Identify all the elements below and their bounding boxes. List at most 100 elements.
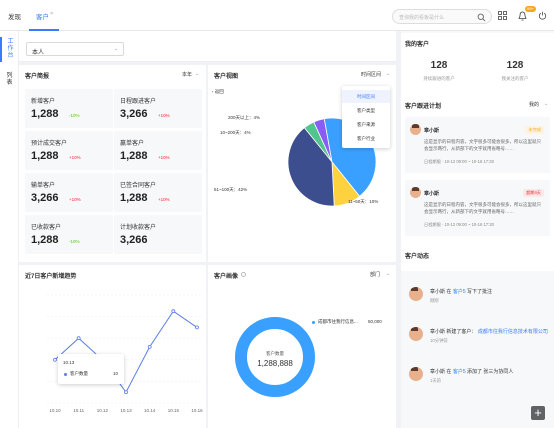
tab-customer-label: 客户 [36,14,49,21]
summary-title: 客户简报 [25,74,50,80]
card-change: +10% [158,113,170,118]
owner-select-value: 本人 [32,49,45,56]
nav-list-label: 列表 [6,73,13,86]
tab-customer[interactable]: 客户 × [29,0,59,31]
add-button[interactable]: + [531,406,545,420]
feed-rest: 写下了批注 [466,289,492,295]
feed-link[interactable]: 客户5 [453,369,466,375]
card-value: 3,266 [120,108,148,120]
feed-time: 1天前 [430,378,441,383]
plan-task[interactable]: 章小斯 未完成 这是显示的日程内容，文字很多可能会很多，所以这里就只会显示两行，从新… [405,117,550,173]
owner-select[interactable]: 本人 ⌄ [26,42,124,56]
summary-range-select[interactable]: 本年 [182,71,192,78]
feed-user: 章小斯 [430,369,446,375]
feed-link[interactable]: 客户5 [453,289,466,295]
following-label: 持续跟进的客户 [423,76,455,81]
summary-card[interactable]: 计划收款客户 3,266 [114,215,202,254]
x-tick-label: 10.15 [168,408,180,413]
plan-range-select[interactable]: 我的 [529,101,539,108]
search-icon[interactable] [477,13,486,22]
summary-card[interactable]: 已签合同客户 1,288 +10% [114,173,202,212]
card-label: 新增客户 [31,99,56,105]
slice-label: 51~100天：42% [214,187,247,193]
range-menu-item[interactable]: 时间区间 [342,90,390,103]
nav-workbench-label: 工作台 [7,39,14,59]
card-value: 1,288 [31,234,59,246]
slice-label: 200天以上：4% [228,114,260,121]
feed-item: 章小斯 新建了客户： 成都市往我行信息技术有限公司 10分钟前 [401,325,554,355]
legend-name: 成都市往我行信息... [318,319,358,324]
data-point [124,390,128,395]
card-label: 预计成交客户 [31,141,68,147]
top-bar: 发现 客户 × 查询我的看板是什么 99+ [0,0,554,31]
watched-label: 我关注的客户 [501,76,529,81]
feed-verb: 新建了客户： [446,329,477,335]
grid-icon[interactable] [498,11,507,20]
home-tab[interactable]: 发现 [8,11,21,21]
x-tick-label: 10.10 [49,408,61,413]
feed-item: 章小斯 在 客户5 添加了 张三为协同人 1天前 [401,365,554,395]
card-label: 输单客户 [31,183,56,189]
card-label: 赢单客户 [120,141,145,147]
range-menu-item[interactable]: 客户来源 [342,118,390,131]
tooltip-value: 10 [113,371,119,376]
feed-time: 10分钟前 [430,338,448,343]
card-label: 已签合同客户 [120,183,157,189]
summary-card[interactable]: 已收款客户 1,288 -10% [25,215,113,254]
avatar [409,367,423,381]
left-nav: 工作台 列表 [0,31,19,428]
following-count[interactable]: 128 [401,60,477,71]
search-placeholder: 查询我的看板是什么 [399,14,445,21]
power-icon[interactable] [538,11,547,20]
task-text: 这是显示的日程内容，文字很多可能会很多，所以这里就只会显示两行，从新部下的文字就… [424,202,541,214]
notification-badge: 99+ [525,6,536,12]
legend-dot [312,321,315,324]
x-tick-label: 10.13 [120,408,132,413]
close-icon[interactable]: × [50,11,53,17]
plan-task[interactable]: 章小斯 超期4天 这是显示的日程内容，文字很多可能会很多，所以这里就只会显示两行，从… [405,180,550,236]
feed-text: 章小斯 新建了客户： 成都市往我行信息技术有限公司 [430,328,548,335]
task-date: 日程期限 · 10-12 09:00 ~ 10-16 17:30 [424,222,494,227]
range-menu-item[interactable]: 客户行业 [342,132,390,145]
card-change: +10% [158,155,170,160]
bell-icon[interactable] [518,11,527,21]
x-tick-label: 10.12 [97,408,109,413]
card-change: +10% [69,155,81,160]
card-value: 1,288 [31,108,59,120]
my-customers-panel: 我的客户 128 持续跟进的客户 128 我关注的客户 [401,33,554,101]
feed-panel: 客户动态 章小斯 在 客户5 写下了批注 刚刚 章小斯 新建了客户： 成都市往我行信… [401,245,554,428]
watched-count[interactable]: 128 [477,60,553,71]
summary-card[interactable]: 预计成交客户 1,288 +10% [25,131,113,170]
range-menu-item[interactable]: 客户类型 [342,104,390,117]
summary-card[interactable]: 赢单客户 1,288 +10% [114,131,202,170]
feed-user: 章小斯 [430,289,446,295]
summary-card[interactable]: 输单客户 3,266 +10% [25,173,113,212]
feed-rest: 添加了 张三为协同人 [466,369,514,375]
nav-workbench[interactable]: 工作台 [0,37,19,62]
range-menu: 时间区间 客户类型 客户来源 客户行业 [342,86,390,148]
data-point [147,344,152,349]
feed-item: 章小斯 在 客户5 写下了批注 刚刚 [401,285,554,315]
legend-value: 50,000 [368,319,382,324]
feed-title: 客户动态 [405,254,430,260]
donut-center-label: 客户数量 [266,351,284,356]
slice-label: 11~50天：10% [348,199,378,205]
feed-verb: 在 [446,289,452,295]
status-badge: 未完成 [525,126,544,134]
follow-plan-title: 客户跟进计划 [405,104,442,110]
feed-text: 章小斯 在 客户5 添加了 张三为协同人 [430,368,513,375]
search-input[interactable]: 查询我的看板是什么 [392,9,492,24]
status-badge: 超期4天 [523,189,544,197]
chevron-down-icon: ⌄ [195,71,200,77]
donut-slice [235,317,315,397]
chart-tooltip: 10.13 客户数量 10 [58,354,124,384]
card-change: -10% [69,113,80,118]
tooltip-date: 10.13 [63,360,75,365]
data-point [76,336,81,341]
summary-card[interactable]: 日程跟进客户 3,266 +10% [114,89,202,128]
feed-link[interactable]: 成都市往我行信息技术有限公司 [478,329,548,335]
nav-list[interactable]: 列表 [0,73,19,87]
summary-card[interactable]: 新增客户 1,288 -10% [25,89,113,128]
chevron-down-icon: ⌄ [113,46,118,52]
chevron-down-icon: ⌄ [544,101,549,107]
